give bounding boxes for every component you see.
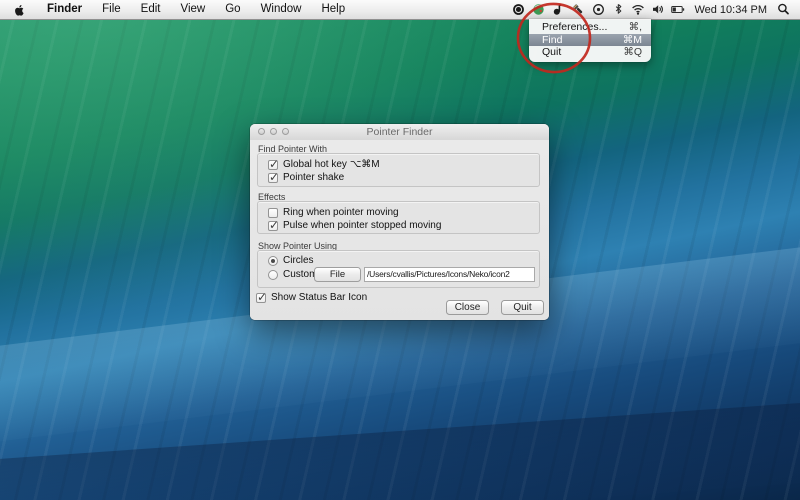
checkbox-row-ring-when-moving[interactable]: Ring when pointer moving [268, 207, 399, 218]
checkbox-row-pulse-when-stopped[interactable]: Pulse when pointer stopped moving [268, 220, 441, 231]
global-hot-key-checkbox[interactable] [268, 160, 278, 170]
status-menu: Preferences... ⌘, Find ⌘M Quit ⌘Q [529, 19, 651, 62]
menu-edit[interactable]: Edit [131, 0, 171, 19]
volume-icon[interactable] [651, 3, 665, 17]
menu-help[interactable]: Help [311, 0, 355, 19]
window-content: Find Pointer With Global hot key ⌥⌘M Poi… [250, 140, 549, 320]
close-button[interactable]: Close [446, 300, 489, 315]
checkbox-label: Show Status Bar Icon [271, 292, 367, 303]
bluetooth-icon[interactable] [611, 3, 625, 17]
menu-finder[interactable]: Finder [37, 0, 92, 19]
menu-item-find[interactable]: Find ⌘M [529, 34, 651, 47]
checkbox-label: Pulse when pointer stopped moving [283, 220, 441, 231]
circles-radio[interactable] [268, 256, 278, 266]
flashlight-icon[interactable] [571, 3, 585, 17]
wifi-icon[interactable] [631, 3, 645, 17]
checkbox-label: Pointer shake [283, 172, 344, 183]
group-box-find-pointer-with: Global hot key ⌥⌘M Pointer shake [257, 153, 540, 187]
green-app-icon[interactable] [531, 3, 545, 17]
menu-bar-status-area: Wed 10:34 PM [511, 0, 800, 19]
menu-item-label: Quit [542, 46, 561, 58]
radio-label: Circles [283, 255, 314, 266]
target-icon[interactable] [591, 3, 605, 17]
apple-icon [13, 3, 26, 17]
quit-button[interactable]: Quit [501, 300, 544, 315]
menu-window[interactable]: Window [251, 0, 312, 19]
checkbox-row-show-status-bar-icon[interactable]: Show Status Bar Icon [256, 292, 367, 303]
menu-item-quit[interactable]: Quit ⌘Q [529, 46, 651, 59]
apple-menu[interactable] [0, 0, 37, 19]
ring-when-moving-checkbox[interactable] [268, 208, 278, 218]
spotlight-icon[interactable] [776, 3, 790, 17]
custom-icon-path-field[interactable]: /Users/cvallis/Pictures/Icons/Neko/icon2 [364, 267, 535, 282]
menu-item-shortcut: ⌘, [629, 21, 642, 33]
radio-label: Custom [283, 269, 317, 280]
menu-bar-left: Finder File Edit View Go Window Help [0, 0, 355, 19]
custom-radio[interactable] [268, 270, 278, 280]
group-box-effects: Ring when pointer moving Pulse when poin… [257, 201, 540, 234]
pulse-when-stopped-checkbox[interactable] [268, 221, 278, 231]
note-icon[interactable] [551, 3, 565, 17]
checkbox-row-pointer-shake[interactable]: Pointer shake [268, 172, 344, 183]
menu-item-shortcut: ⌘Q [623, 46, 642, 58]
group-box-show-pointer-using: Circles Custom File /Users/cvallis/Pictu… [257, 250, 540, 288]
menu-view[interactable]: View [171, 0, 216, 19]
window-title: Pointer Finder [250, 124, 549, 140]
file-button[interactable]: File [314, 267, 361, 282]
menu-go[interactable]: Go [215, 0, 250, 19]
window-titlebar[interactable]: Pointer Finder [250, 124, 549, 141]
checkbox-row-global-hot-key[interactable]: Global hot key ⌥⌘M [268, 159, 380, 170]
menu-bar-clock[interactable]: Wed 10:34 PM [691, 4, 770, 16]
menu-file[interactable]: File [92, 0, 131, 19]
menu-item-label: Preferences... [542, 21, 607, 33]
pointer-finder-icon[interactable] [511, 3, 525, 17]
pointer-shake-checkbox[interactable] [268, 173, 278, 183]
show-status-bar-icon-checkbox[interactable] [256, 293, 266, 303]
desktop: Finder File Edit View Go Window Help [0, 0, 800, 500]
battery-icon[interactable] [671, 3, 685, 17]
radio-row-circles[interactable]: Circles [268, 255, 314, 266]
menu-bar: Finder File Edit View Go Window Help [0, 0, 800, 20]
menu-item-label: Find [542, 34, 562, 46]
menu-item-shortcut: ⌘M [623, 34, 642, 46]
menu-item-preferences[interactable]: Preferences... ⌘, [529, 21, 651, 34]
checkbox-label: Ring when pointer moving [283, 207, 399, 218]
radio-row-custom[interactable]: Custom [268, 269, 317, 280]
checkbox-label: Global hot key ⌥⌘M [283, 159, 380, 170]
pointer-finder-window: Pointer Finder Find Pointer With Global … [250, 124, 549, 320]
